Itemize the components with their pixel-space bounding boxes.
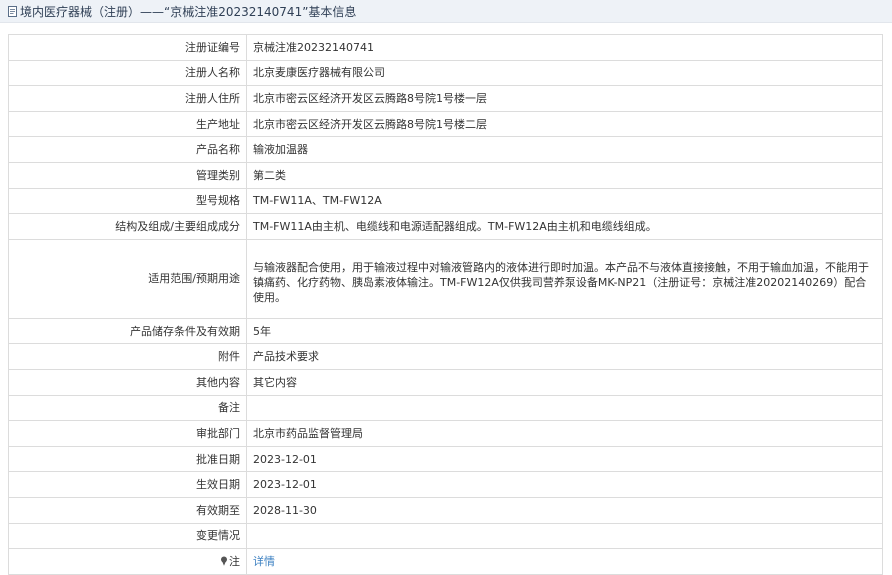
- row-label: 产品储存条件及有效期: [8, 317, 247, 345]
- row-value: 输液加温器: [246, 136, 883, 163]
- table-row: 产品储存条件及有效期 5年: [8, 317, 883, 345]
- row-value: 2023-12-01: [246, 445, 883, 473]
- page-title: 境内医疗器械（注册）——“京械注准20232140741”基本信息: [20, 4, 357, 19]
- row-label: 附件: [8, 343, 247, 370]
- row-label: 有效期至: [8, 496, 247, 524]
- row-label: 变更情况: [8, 522, 247, 550]
- registration-info-table: 注册证编号 京械注准20232140741 注册人名称 北京麦康医疗器械有限公司…: [8, 34, 883, 575]
- details-link[interactable]: 详情: [253, 555, 275, 568]
- row-label: 产品名称: [8, 136, 247, 163]
- row-value: 北京市药品监督管理局: [246, 420, 883, 447]
- row-value: 2023-12-01: [246, 471, 883, 498]
- table-row: 管理类别 第二类: [8, 161, 883, 189]
- row-label: 注册证编号: [8, 34, 247, 61]
- table-row: 生效日期 2023-12-01: [8, 471, 883, 498]
- row-label: 管理类别: [8, 161, 247, 189]
- note-label-cell: 注: [8, 548, 247, 575]
- row-label: 备注: [8, 394, 247, 422]
- row-value: 其它内容: [246, 368, 883, 396]
- document-icon: [7, 5, 18, 17]
- pin-icon: [220, 555, 228, 566]
- row-label: 注册人住所: [8, 85, 247, 112]
- row-value: 5年: [246, 317, 883, 345]
- row-value: 2028-11-30: [246, 496, 883, 524]
- row-value: [246, 522, 883, 550]
- title-bar: 境内医疗器械（注册）——“京械注准20232140741”基本信息: [0, 0, 892, 23]
- row-value: 北京市密云区经济开发区云腾路8号院1号楼一层: [246, 85, 883, 112]
- row-value: 产品技术要求: [246, 343, 883, 370]
- row-label: 其他内容: [8, 368, 247, 396]
- row-value: 北京市密云区经济开发区云腾路8号院1号楼二层: [246, 110, 883, 138]
- table-row: 有效期至 2028-11-30: [8, 496, 883, 524]
- table-row: 型号规格 TM-FW11A、TM-FW12A: [8, 187, 883, 215]
- row-label: 批准日期: [8, 445, 247, 473]
- row-value: 京械注准20232140741: [246, 34, 883, 61]
- note-value-cell: 详情: [246, 548, 883, 575]
- table-row: 产品名称 输液加温器: [8, 136, 883, 163]
- table-row: 变更情况: [8, 522, 883, 550]
- row-label: 生产地址: [8, 110, 247, 138]
- table-row: 批准日期 2023-12-01: [8, 445, 883, 473]
- table-row: 结构及组成/主要组成成分 TM-FW11A由主机、电缆线和电源适配器组成。TM-…: [8, 213, 883, 240]
- row-value: 与输液器配合使用，用于输液过程中对输液管路内的液体进行即时加温。本产品不与液体直…: [246, 238, 883, 319]
- table-row: 注册人住所 北京市密云区经济开发区云腾路8号院1号楼一层: [8, 85, 883, 112]
- row-value: 北京麦康医疗器械有限公司: [246, 59, 883, 87]
- row-label: 注册人名称: [8, 59, 247, 87]
- note-label: 注: [229, 554, 240, 568]
- row-value: [246, 394, 883, 422]
- row-value: TM-FW11A、TM-FW12A: [246, 187, 883, 215]
- row-value: TM-FW11A由主机、电缆线和电源适配器组成。TM-FW12A由主机和电缆线组…: [246, 213, 883, 240]
- row-label: 型号规格: [8, 187, 247, 215]
- table-row: 注册证编号 京械注准20232140741: [8, 34, 883, 61]
- row-label: 适用范围/预期用途: [8, 238, 247, 319]
- row-label: 审批部门: [8, 420, 247, 447]
- note-row: 注 详情: [8, 548, 883, 575]
- row-label: 结构及组成/主要组成成分: [8, 213, 247, 240]
- table-row: 其他内容 其它内容: [8, 368, 883, 396]
- table-row: 生产地址 北京市密云区经济开发区云腾路8号院1号楼二层: [8, 110, 883, 138]
- row-label: 生效日期: [8, 471, 247, 498]
- table-row: 备注: [8, 394, 883, 422]
- table-row: 适用范围/预期用途 与输液器配合使用，用于输液过程中对输液管路内的液体进行即时加…: [8, 238, 883, 319]
- table-row: 注册人名称 北京麦康医疗器械有限公司: [8, 59, 883, 87]
- row-value: 第二类: [246, 161, 883, 189]
- table-row: 审批部门 北京市药品监督管理局: [8, 420, 883, 447]
- table-row: 附件 产品技术要求: [8, 343, 883, 370]
